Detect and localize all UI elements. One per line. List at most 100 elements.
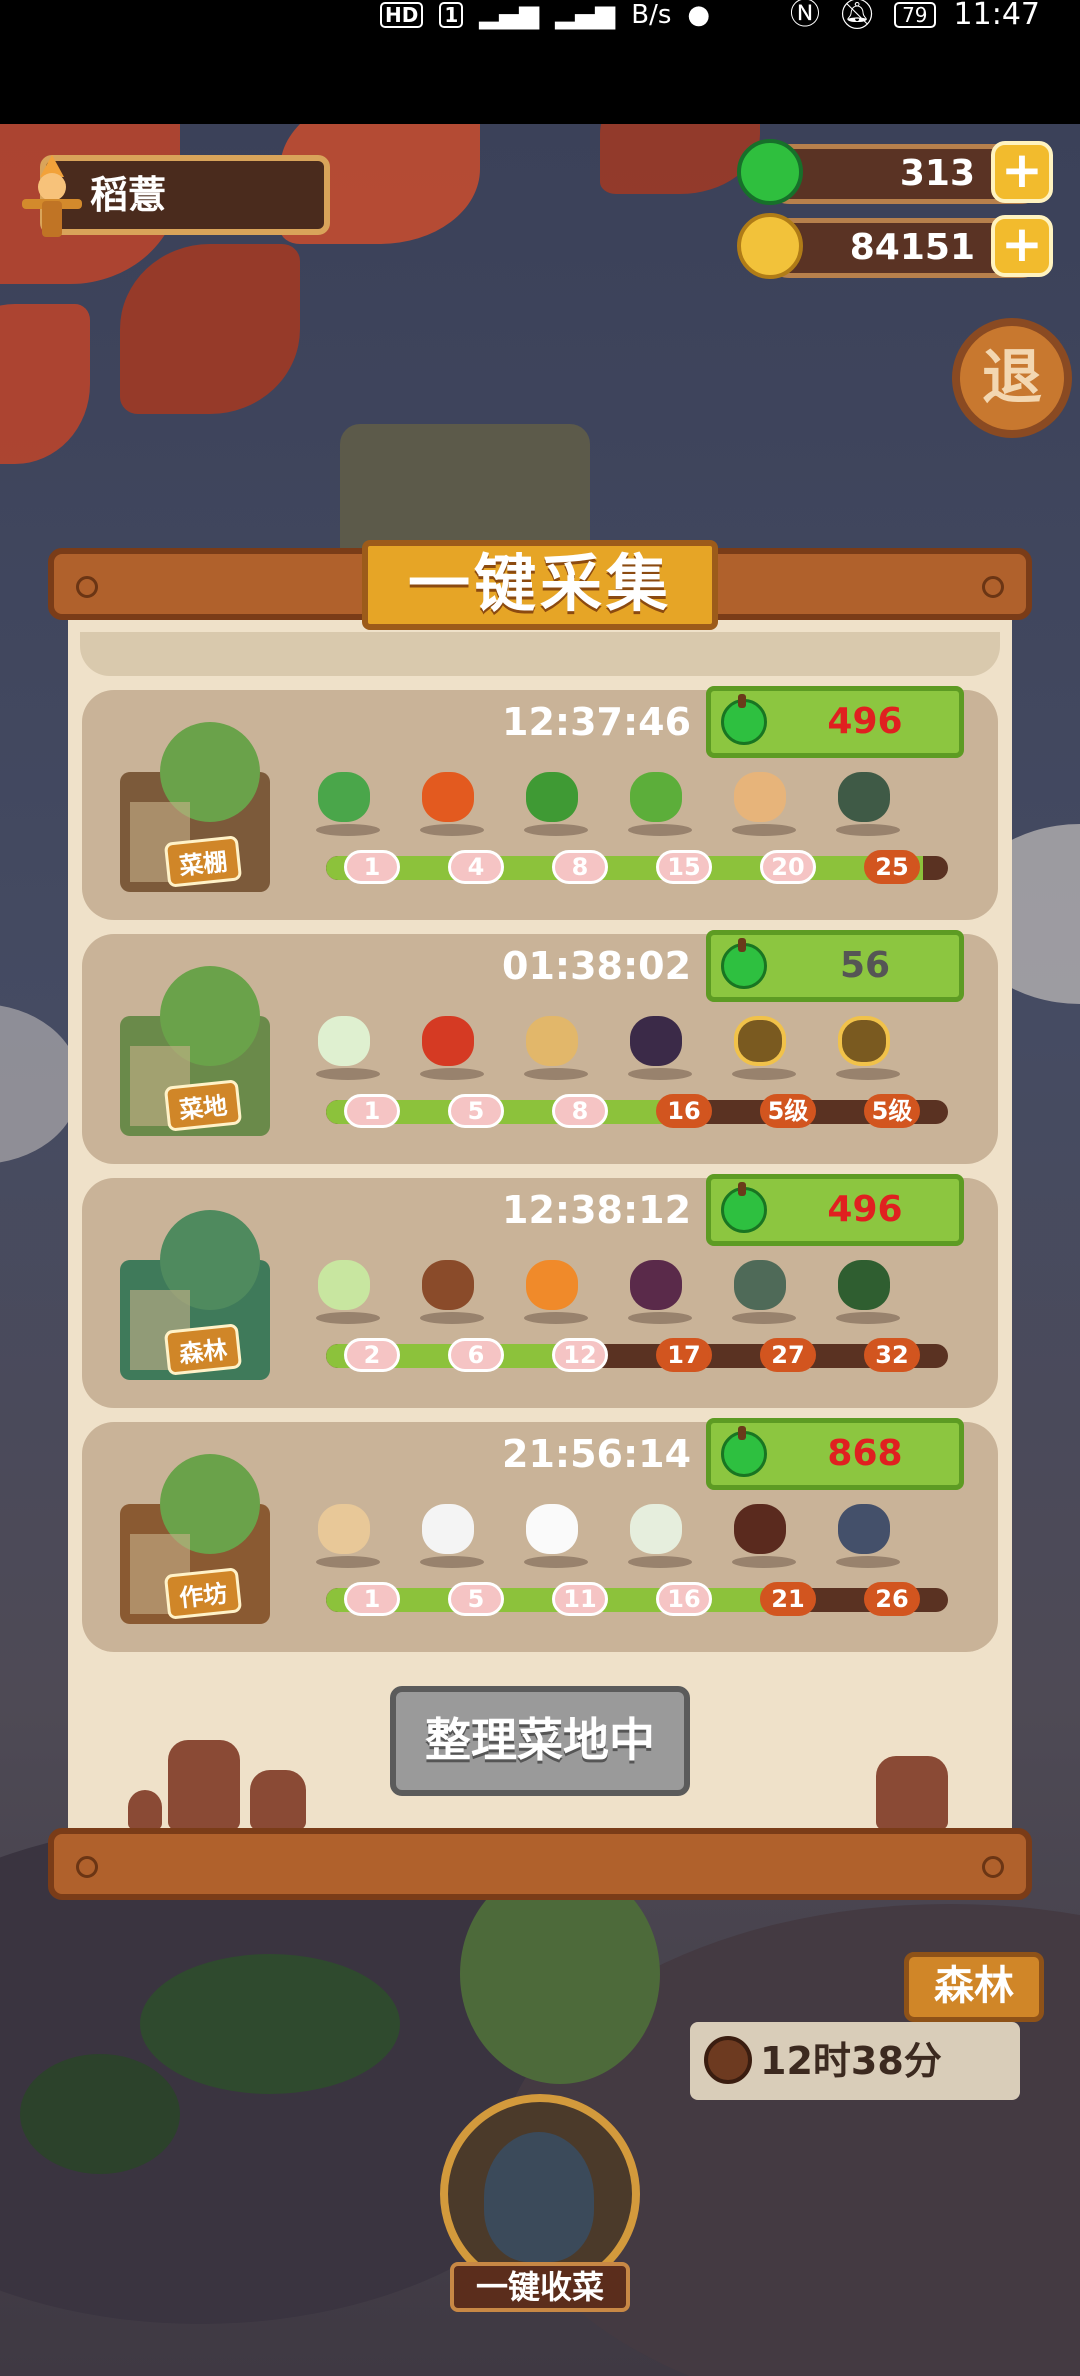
red-chili-icon xyxy=(422,1016,474,1066)
status-left: HD 1 ▂▄▆ ▂▄▆ B/s ● xyxy=(380,0,710,30)
scarecrow-avatar-icon xyxy=(22,155,82,237)
crop-item[interactable] xyxy=(416,1010,484,1080)
lock-icon xyxy=(734,1016,786,1066)
penguin-icon: ● xyxy=(687,0,711,30)
crop-item[interactable] xyxy=(520,1010,588,1080)
mute-icon: 🔕︎ xyxy=(837,0,877,32)
crop-item[interactable] xyxy=(520,1498,588,1568)
level-badge: 5 xyxy=(448,1582,504,1616)
crop-item[interactable] xyxy=(312,1498,380,1568)
progress-bar xyxy=(326,1344,948,1368)
item-shadow xyxy=(628,824,692,836)
jar-decoration xyxy=(128,1790,162,1830)
reward-amount: 56 xyxy=(839,945,891,986)
crop-item[interactable] xyxy=(416,1254,484,1324)
reward-amount: 868 xyxy=(827,1433,903,1474)
player-name-box[interactable]: 稻薏 xyxy=(22,155,330,237)
zucchini-icon xyxy=(630,772,682,822)
harvest-all-label[interactable]: 一键收菜 xyxy=(450,2262,630,2312)
crop-item[interactable] xyxy=(832,766,900,836)
item-shadow xyxy=(420,1312,484,1324)
forest-timer: 12时38分 xyxy=(690,2022,1020,2100)
sauce-boat-icon xyxy=(838,1504,890,1554)
progress-bar xyxy=(326,856,948,880)
crop-item[interactable] xyxy=(416,1498,484,1568)
crop-item[interactable] xyxy=(728,1498,796,1568)
organizing-fields-button[interactable]: 整理菜地中 xyxy=(390,1686,690,1796)
player-name: 稻薏 xyxy=(90,173,167,217)
collect-reward-button[interactable]: 868 xyxy=(706,1418,964,1490)
reward-amount: 496 xyxy=(827,701,903,742)
plot-badge: 菜棚 xyxy=(163,835,243,888)
maple-leaf xyxy=(600,124,760,194)
crop-item[interactable] xyxy=(728,1010,796,1080)
item-shadow xyxy=(732,1312,796,1324)
crop-item[interactable] xyxy=(832,1498,900,1568)
crop-item[interactable] xyxy=(624,1498,692,1568)
add-jade-button[interactable]: + xyxy=(991,141,1053,203)
item-shadow xyxy=(316,824,380,836)
crop-item[interactable] xyxy=(624,1254,692,1324)
crop-item[interactable] xyxy=(312,1254,380,1324)
jade-icon xyxy=(721,1426,767,1477)
level-badge: 5 xyxy=(448,1094,504,1128)
plot-timer: 01:38:02 xyxy=(502,944,692,988)
rod-bolt xyxy=(982,1856,1004,1878)
crop-item[interactable] xyxy=(520,766,588,836)
plot-building-icon[interactable]: 菜棚 xyxy=(110,712,290,900)
level-badge: 8 xyxy=(552,850,608,884)
item-shadow xyxy=(628,1556,692,1568)
coin-icon xyxy=(737,213,803,279)
coin-resource: 84151 + xyxy=(737,213,1053,279)
jar-decoration xyxy=(876,1756,948,1830)
plot-building-icon[interactable]: 菜地 xyxy=(110,956,290,1144)
level-badge: 26 xyxy=(864,1582,920,1616)
jade-icon xyxy=(721,1182,767,1233)
crop-item[interactable] xyxy=(728,766,796,836)
item-shadow xyxy=(524,1068,588,1080)
crop-item[interactable] xyxy=(312,766,380,836)
item-shadow xyxy=(732,824,796,836)
reward-amount: 496 xyxy=(827,1189,903,1230)
flour-sack-icon xyxy=(318,1504,370,1554)
signal-icon: ▂▄▆ xyxy=(479,0,540,30)
crop-items xyxy=(312,1010,952,1080)
maple-leaf xyxy=(0,304,90,464)
plot-row: 菜棚 12:37:46 496 1 4 8 15 20 25 xyxy=(82,686,998,920)
plot-building-icon[interactable]: 森林 xyxy=(110,1200,290,1388)
status-right: Ⓝ 🔕︎ 79 11:47 xyxy=(790,0,1040,30)
item-shadow xyxy=(316,1068,380,1080)
add-coins-button[interactable]: + xyxy=(991,215,1053,277)
plot-building-icon[interactable]: 作坊 xyxy=(110,1444,290,1632)
jade-count: 313 xyxy=(899,153,975,194)
level-badge: 5级 xyxy=(864,1094,920,1128)
crop-item[interactable] xyxy=(832,1254,900,1324)
rod-bolt xyxy=(76,1856,98,1878)
level-badge: 17 xyxy=(656,1338,712,1372)
hd-icon: HD xyxy=(380,2,424,28)
plot-badge: 森林 xyxy=(163,1323,243,1376)
collect-reward-button[interactable]: 56 xyxy=(706,930,964,1002)
crop-item[interactable] xyxy=(312,1010,380,1080)
tofu-icon xyxy=(526,1504,578,1554)
crop-item[interactable] xyxy=(416,766,484,836)
collect-reward-button[interactable]: 496 xyxy=(706,1174,964,1246)
item-shadow xyxy=(836,1068,900,1080)
level-badge: 1 xyxy=(344,850,400,884)
jar-decoration xyxy=(250,1770,306,1830)
item-shadow xyxy=(420,1556,484,1568)
collect-reward-button[interactable]: 496 xyxy=(706,686,964,758)
status-bar: HD 1 ▂▄▆ ▂▄▆ B/s ● Ⓝ 🔕︎ 79 11:47 xyxy=(0,0,1080,124)
crop-item[interactable] xyxy=(624,766,692,836)
rod-bolt xyxy=(76,576,98,598)
coin-count: 84151 xyxy=(849,227,975,268)
crop-item[interactable] xyxy=(520,1254,588,1324)
crop-item[interactable] xyxy=(624,1010,692,1080)
exit-button[interactable]: 退 xyxy=(952,318,1072,438)
forest-tag[interactable]: 森林 xyxy=(904,1952,1044,2022)
crop-items xyxy=(312,766,952,836)
crop-item[interactable] xyxy=(832,1010,900,1080)
crop-item[interactable] xyxy=(728,1254,796,1324)
item-shadow xyxy=(524,1556,588,1568)
maple-leaf xyxy=(120,244,300,414)
